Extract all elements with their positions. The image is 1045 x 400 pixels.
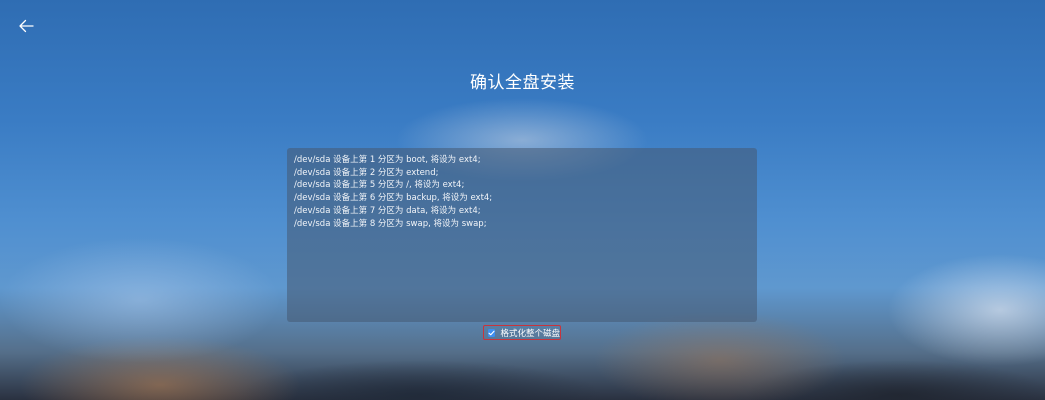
back-button[interactable] <box>14 14 38 38</box>
arrow-left-icon <box>19 19 34 33</box>
partition-summary-panel: /dev/sda 设备上第 1 分区为 boot, 将设为 ext4; /dev… <box>287 148 757 322</box>
checkmark-icon <box>488 330 495 335</box>
partition-line: /dev/sda 设备上第 6 分区为 backup, 将设为 ext4; <box>294 193 493 204</box>
partition-line: /dev/sda 设备上第 8 分区为 swap, 将设为 swap; <box>294 218 487 229</box>
format-disk-checkbox[interactable] <box>488 328 496 337</box>
partition-line: /dev/sda 设备上第 7 分区为 data, 将设为 ext4; <box>294 205 481 216</box>
format-disk-option[interactable]: 格式化整个磁盘 <box>483 325 561 340</box>
page-title: 确认全盘安装 <box>470 73 575 93</box>
format-disk-label: 格式化整个磁盘 <box>500 328 560 339</box>
partition-line: /dev/sda 设备上第 1 分区为 boot, 将设为 ext4; <box>294 155 481 165</box>
partition-line: /dev/sda 设备上第 5 分区为 /, 将设为 ext4; <box>294 180 465 191</box>
partition-line: /dev/sda 设备上第 2 分区为 extend; <box>294 167 439 178</box>
